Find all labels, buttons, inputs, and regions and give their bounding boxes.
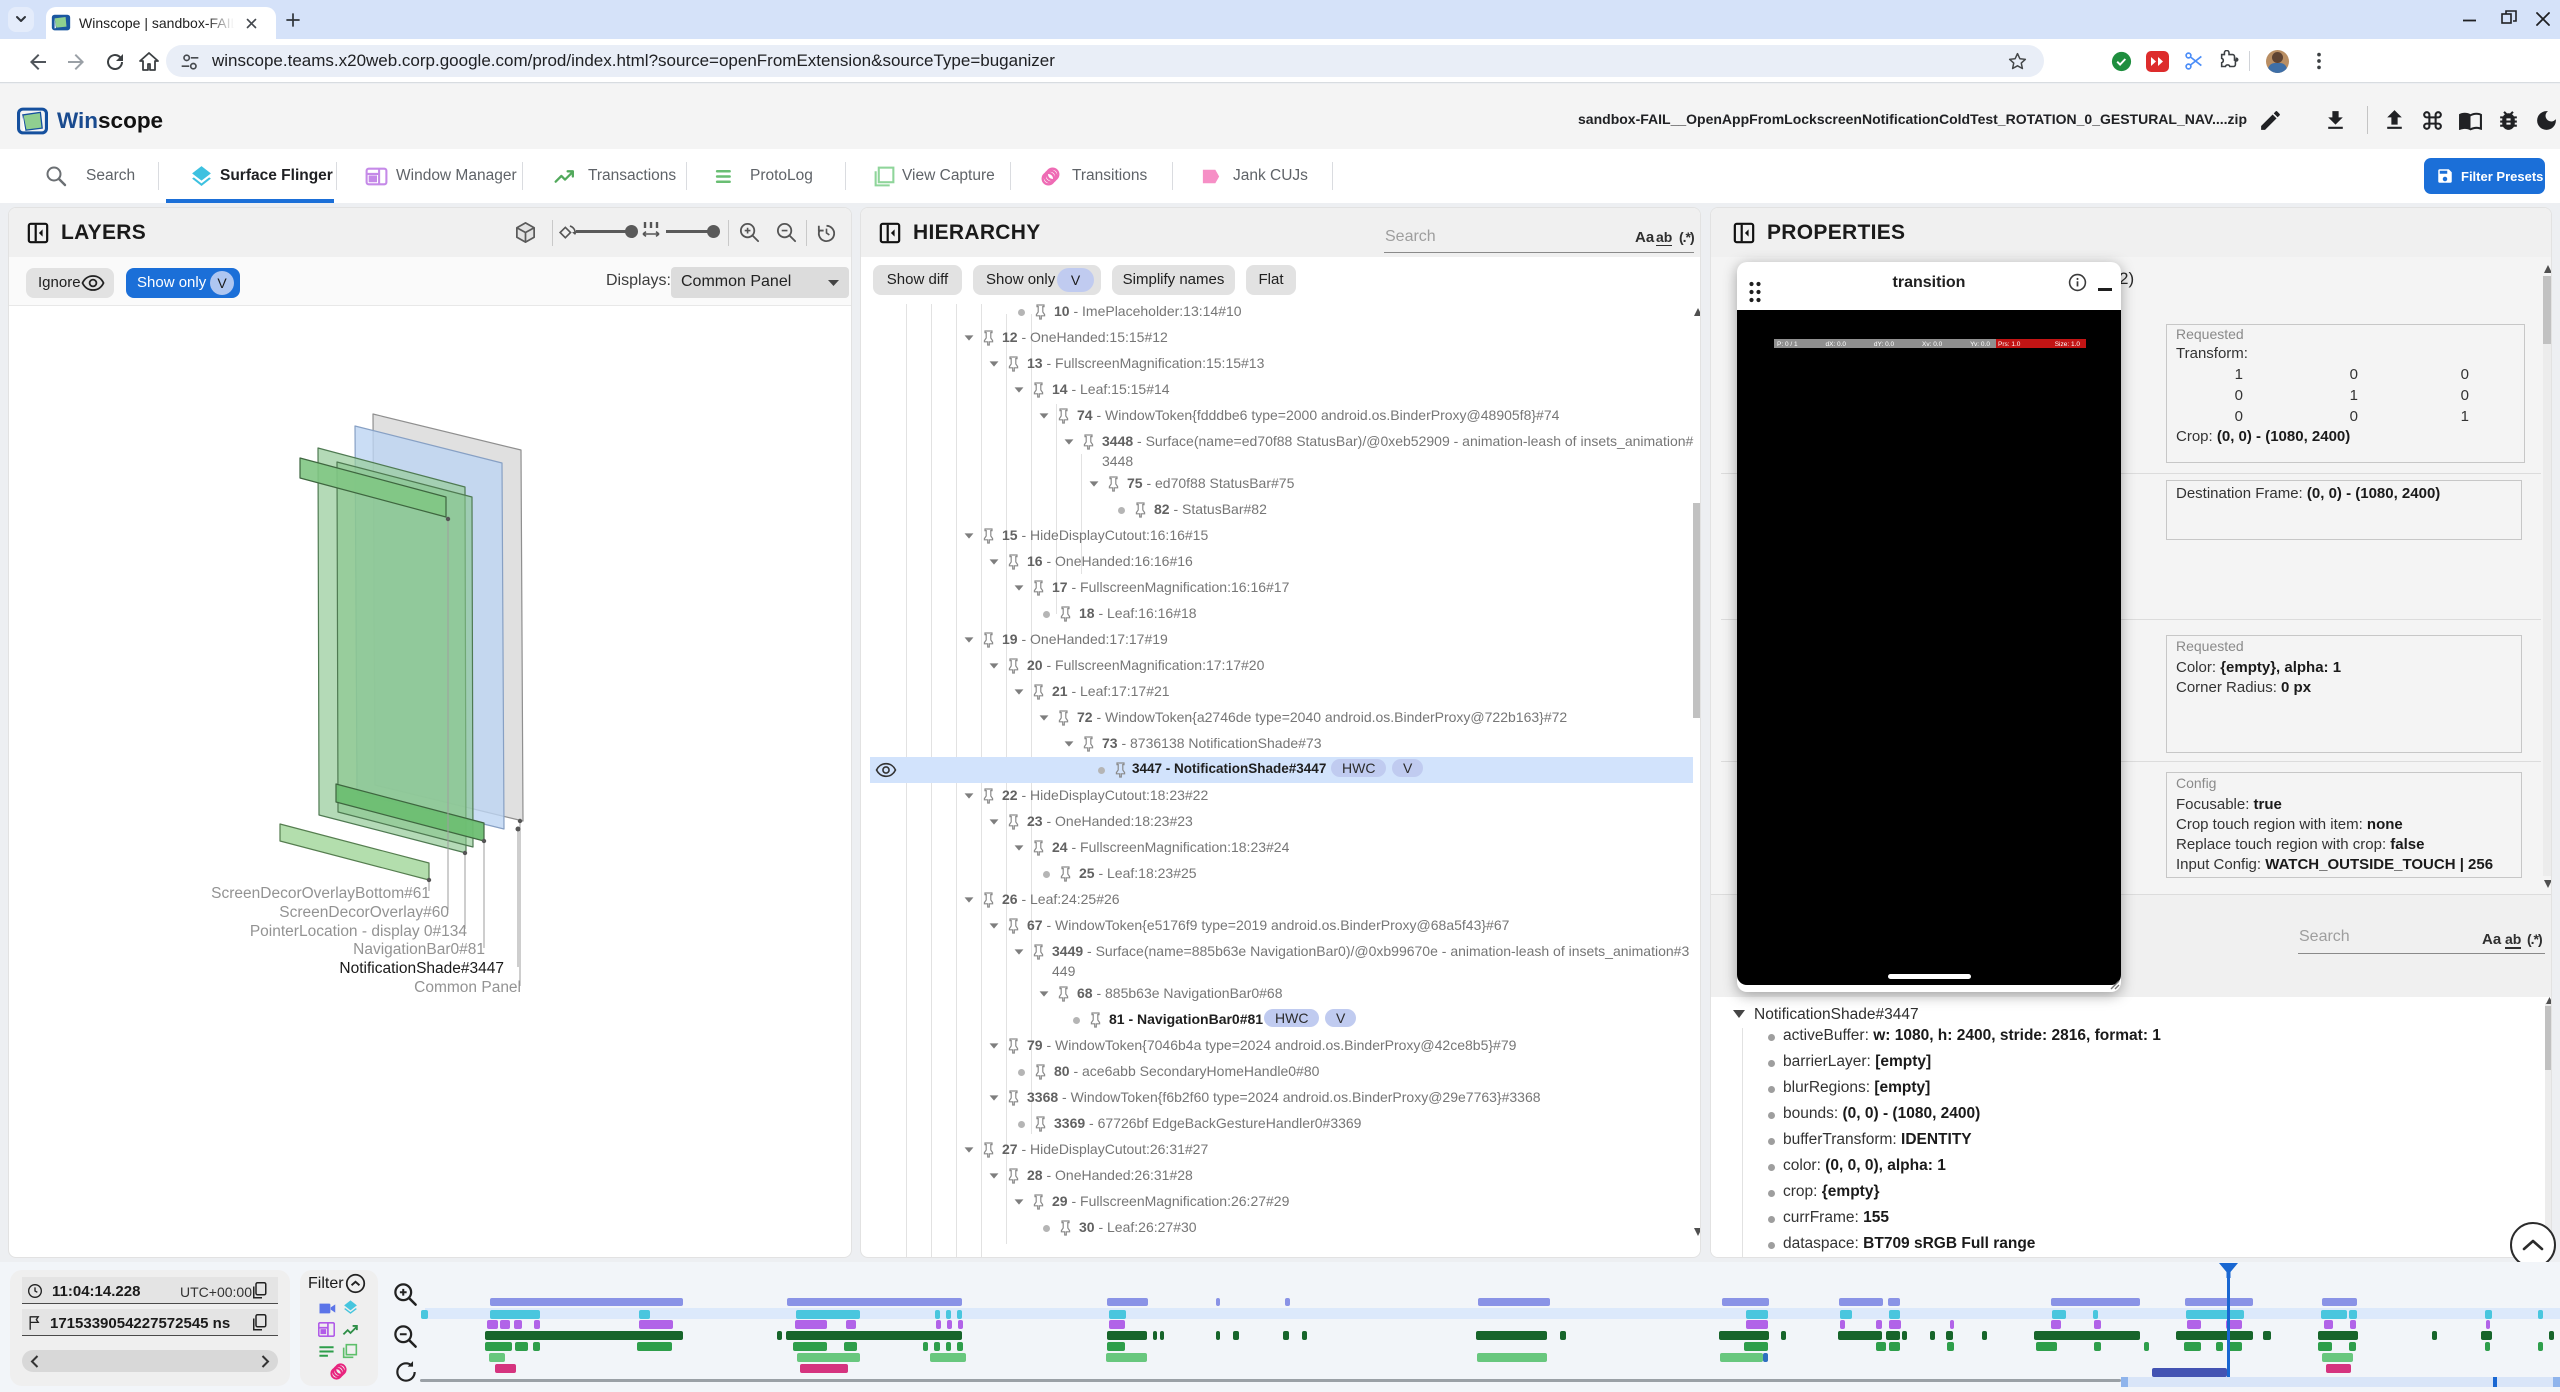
svg-text:ScreenDecorOverlayBottom#61: ScreenDecorOverlayBottom#61 [211, 885, 430, 902]
svg-text:NotificationShade#3447: NotificationShade#3447 [339, 960, 504, 977]
svg-text:Common Panel: Common Panel [414, 979, 521, 996]
svg-text:NavigationBar0#81: NavigationBar0#81 [353, 941, 485, 958]
svg-text:PointerLocation - display 0#13: PointerLocation - display 0#134 [250, 923, 468, 940]
svg-text:ScreenDecorOverlay#60: ScreenDecorOverlay#60 [279, 904, 449, 921]
